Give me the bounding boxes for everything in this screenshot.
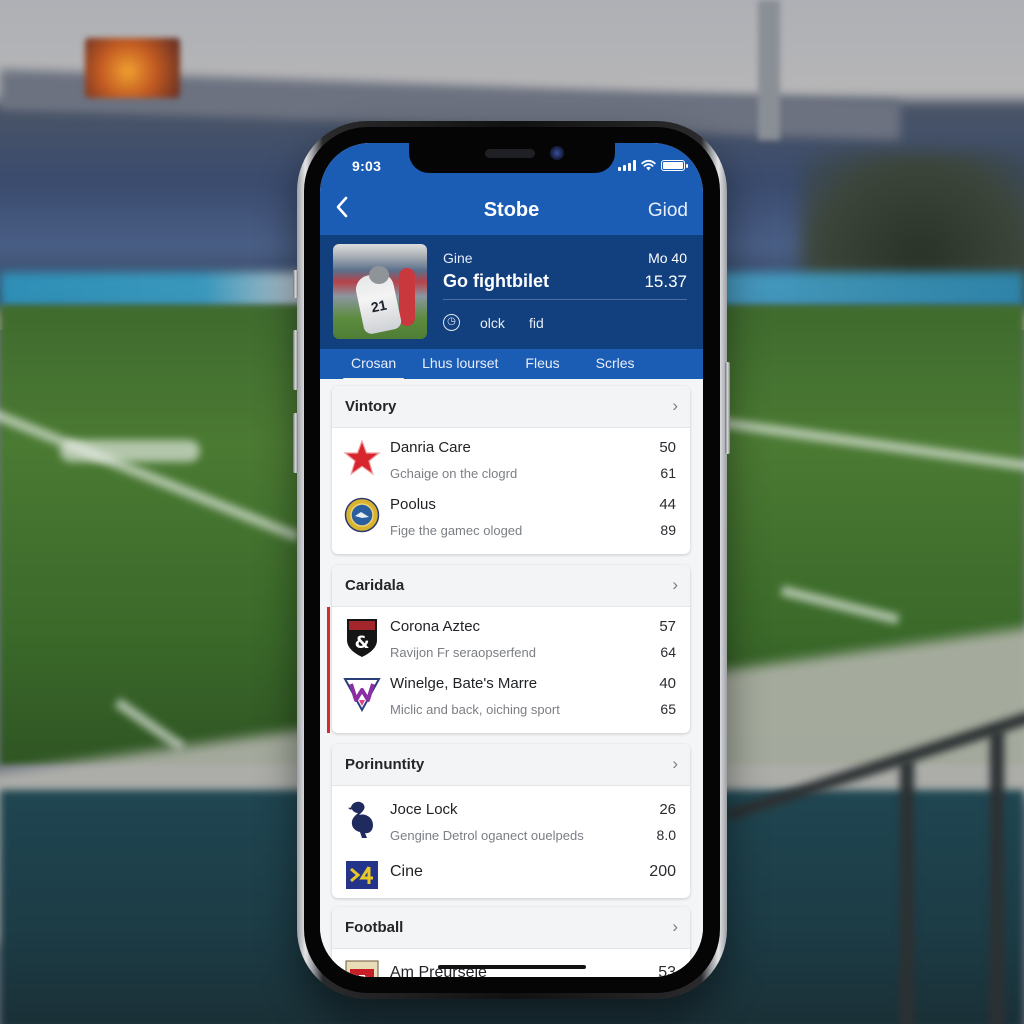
section-header[interactable]: Caridala › xyxy=(332,565,690,607)
bird-mascot-icon xyxy=(342,799,382,839)
w-shield-icon xyxy=(342,674,382,714)
status-icons xyxy=(618,159,688,171)
item-value-1: 200 xyxy=(649,863,676,880)
section-header[interactable]: Vintory › xyxy=(332,386,690,428)
item-subtitle: Miclic and back, oiching sport xyxy=(390,702,560,717)
content-list: Vintory › Danria Care Gchaige on the clo… xyxy=(320,379,703,977)
item-name: Corona Aztec xyxy=(390,618,481,635)
clock-icon: ◷ xyxy=(443,314,460,331)
featured-title: Go fightbilet xyxy=(443,271,549,291)
item-subtitle: Gchaige on the clogrd xyxy=(390,466,518,481)
list-item[interactable]: Poolus Fige the gamec ologed 44 89 xyxy=(332,485,690,542)
item-value-1: 26 xyxy=(659,801,676,818)
item-name: Danria Care xyxy=(390,439,471,456)
power-button xyxy=(725,362,730,454)
tab-scrles[interactable]: Scrles xyxy=(596,349,635,379)
chevron-right-icon: › xyxy=(672,396,678,415)
list-item[interactable]: Danria Care Gchaige on the clogrd 50 61 xyxy=(332,428,690,485)
list-item[interactable]: Am Preursele 53 xyxy=(332,949,690,977)
item-subtitle: Fige the gamec ologed xyxy=(390,523,523,538)
item-value-2: 64 xyxy=(660,644,676,660)
list-item[interactable]: & Corona Aztec Ravijon Fr seraopserfend … xyxy=(332,607,690,664)
item-value-1: 57 xyxy=(659,618,676,635)
crest-badge-icon xyxy=(342,957,382,977)
list-item[interactable]: Cine 200 xyxy=(332,848,690,898)
item-value-2: 61 xyxy=(660,465,676,481)
item-value-2: 89 xyxy=(660,522,676,538)
section-title: Vintory xyxy=(345,398,397,415)
item-name: Cine xyxy=(390,863,423,880)
railing xyxy=(990,730,1004,1024)
x4-badge-icon xyxy=(342,855,382,895)
tab-crosan[interactable]: Crosan xyxy=(342,349,405,380)
chevron-right-icon: › xyxy=(672,575,678,594)
section-card: Vintory › Danria Care Gchaige on the clo… xyxy=(332,386,690,554)
section-card: Porinuntity › Joce Lock Gengine Detrol o… xyxy=(332,744,690,898)
item-value-1: 53 xyxy=(658,964,676,977)
signal-icon xyxy=(618,159,636,171)
seal-badge-icon xyxy=(342,495,382,535)
nav-action-button[interactable]: Giod xyxy=(648,200,688,222)
item-value-1: 40 xyxy=(659,675,676,692)
home-indicator[interactable] xyxy=(438,965,586,969)
tab-fleus[interactable]: Fleus xyxy=(525,349,559,379)
item-value-1: 44 xyxy=(659,496,676,513)
tab-lhus-lourset[interactable]: Lhus lourset xyxy=(422,349,498,379)
item-value-2: 8.0 xyxy=(656,827,676,843)
item-subtitle: Ravijon Fr seraopserfend xyxy=(390,645,536,660)
page-title: Stobe xyxy=(483,199,540,221)
volume-down-button xyxy=(293,413,298,473)
jersey-number: 21 xyxy=(369,296,389,316)
divider xyxy=(443,299,687,300)
list-item[interactable]: Joce Lock Gengine Detrol oganect ouelped… xyxy=(332,786,690,848)
status-time: 9:03 xyxy=(352,158,382,174)
railing xyxy=(900,760,914,1024)
front-camera xyxy=(550,146,564,160)
item-value-1: 50 xyxy=(659,439,676,456)
wifi-icon xyxy=(641,159,656,171)
light-pole xyxy=(758,0,780,140)
item-subtitle: Gengine Detrol oganect ouelpeds xyxy=(390,828,584,843)
chevron-right-icon: › xyxy=(672,917,678,936)
item-name: Winelge, Bate's Marre xyxy=(390,675,538,692)
item-name: Joce Lock xyxy=(390,801,458,818)
featured-meta-bottom: 15.37 xyxy=(644,272,687,291)
battery-icon xyxy=(661,159,688,171)
scoreboard xyxy=(85,38,180,98)
yard-line xyxy=(60,440,200,462)
section-title: Caridala xyxy=(345,577,405,594)
item-name: Poolus xyxy=(390,496,436,513)
red-star-icon xyxy=(342,438,382,478)
section-title: Porinuntity xyxy=(345,756,425,773)
section-header[interactable]: Football › xyxy=(332,907,690,949)
featured-link-2[interactable]: fid xyxy=(529,315,544,331)
svg-text:&: & xyxy=(355,633,370,653)
list-item[interactable]: Winelge, Bate's Marre Miclic and back, o… xyxy=(332,664,690,721)
tab-bar: Crosan Lhus lourset Fleus Scrles xyxy=(320,349,703,380)
volume-up-button xyxy=(293,330,298,390)
speaker-grille xyxy=(485,149,535,158)
section-header[interactable]: Porinuntity › xyxy=(332,744,690,786)
phone-screen: 9:03 Stobe Giod 21 Gine Go fightbilet Mo… xyxy=(320,143,703,977)
section-title: Football xyxy=(345,919,404,936)
shield-ampersand-icon: & xyxy=(342,617,382,657)
featured-label: Gine xyxy=(443,250,473,266)
featured-meta-top: Mo 40 xyxy=(648,250,687,266)
item-value-2: 65 xyxy=(660,701,676,717)
chevron-right-icon: › xyxy=(672,754,678,773)
silent-switch xyxy=(293,270,298,298)
helmet xyxy=(369,266,389,284)
featured-link-1[interactable]: olck xyxy=(480,315,505,331)
section-card: Caridala › & Corona Aztec Ravijon Fr ser… xyxy=(327,565,690,733)
featured-game-card[interactable]: 21 Gine Go fightbilet Mo 40 15.37 ◷ olck… xyxy=(320,235,703,349)
featured-thumbnail: 21 xyxy=(333,244,427,339)
notch xyxy=(409,143,615,173)
opponent-figure xyxy=(399,268,415,326)
